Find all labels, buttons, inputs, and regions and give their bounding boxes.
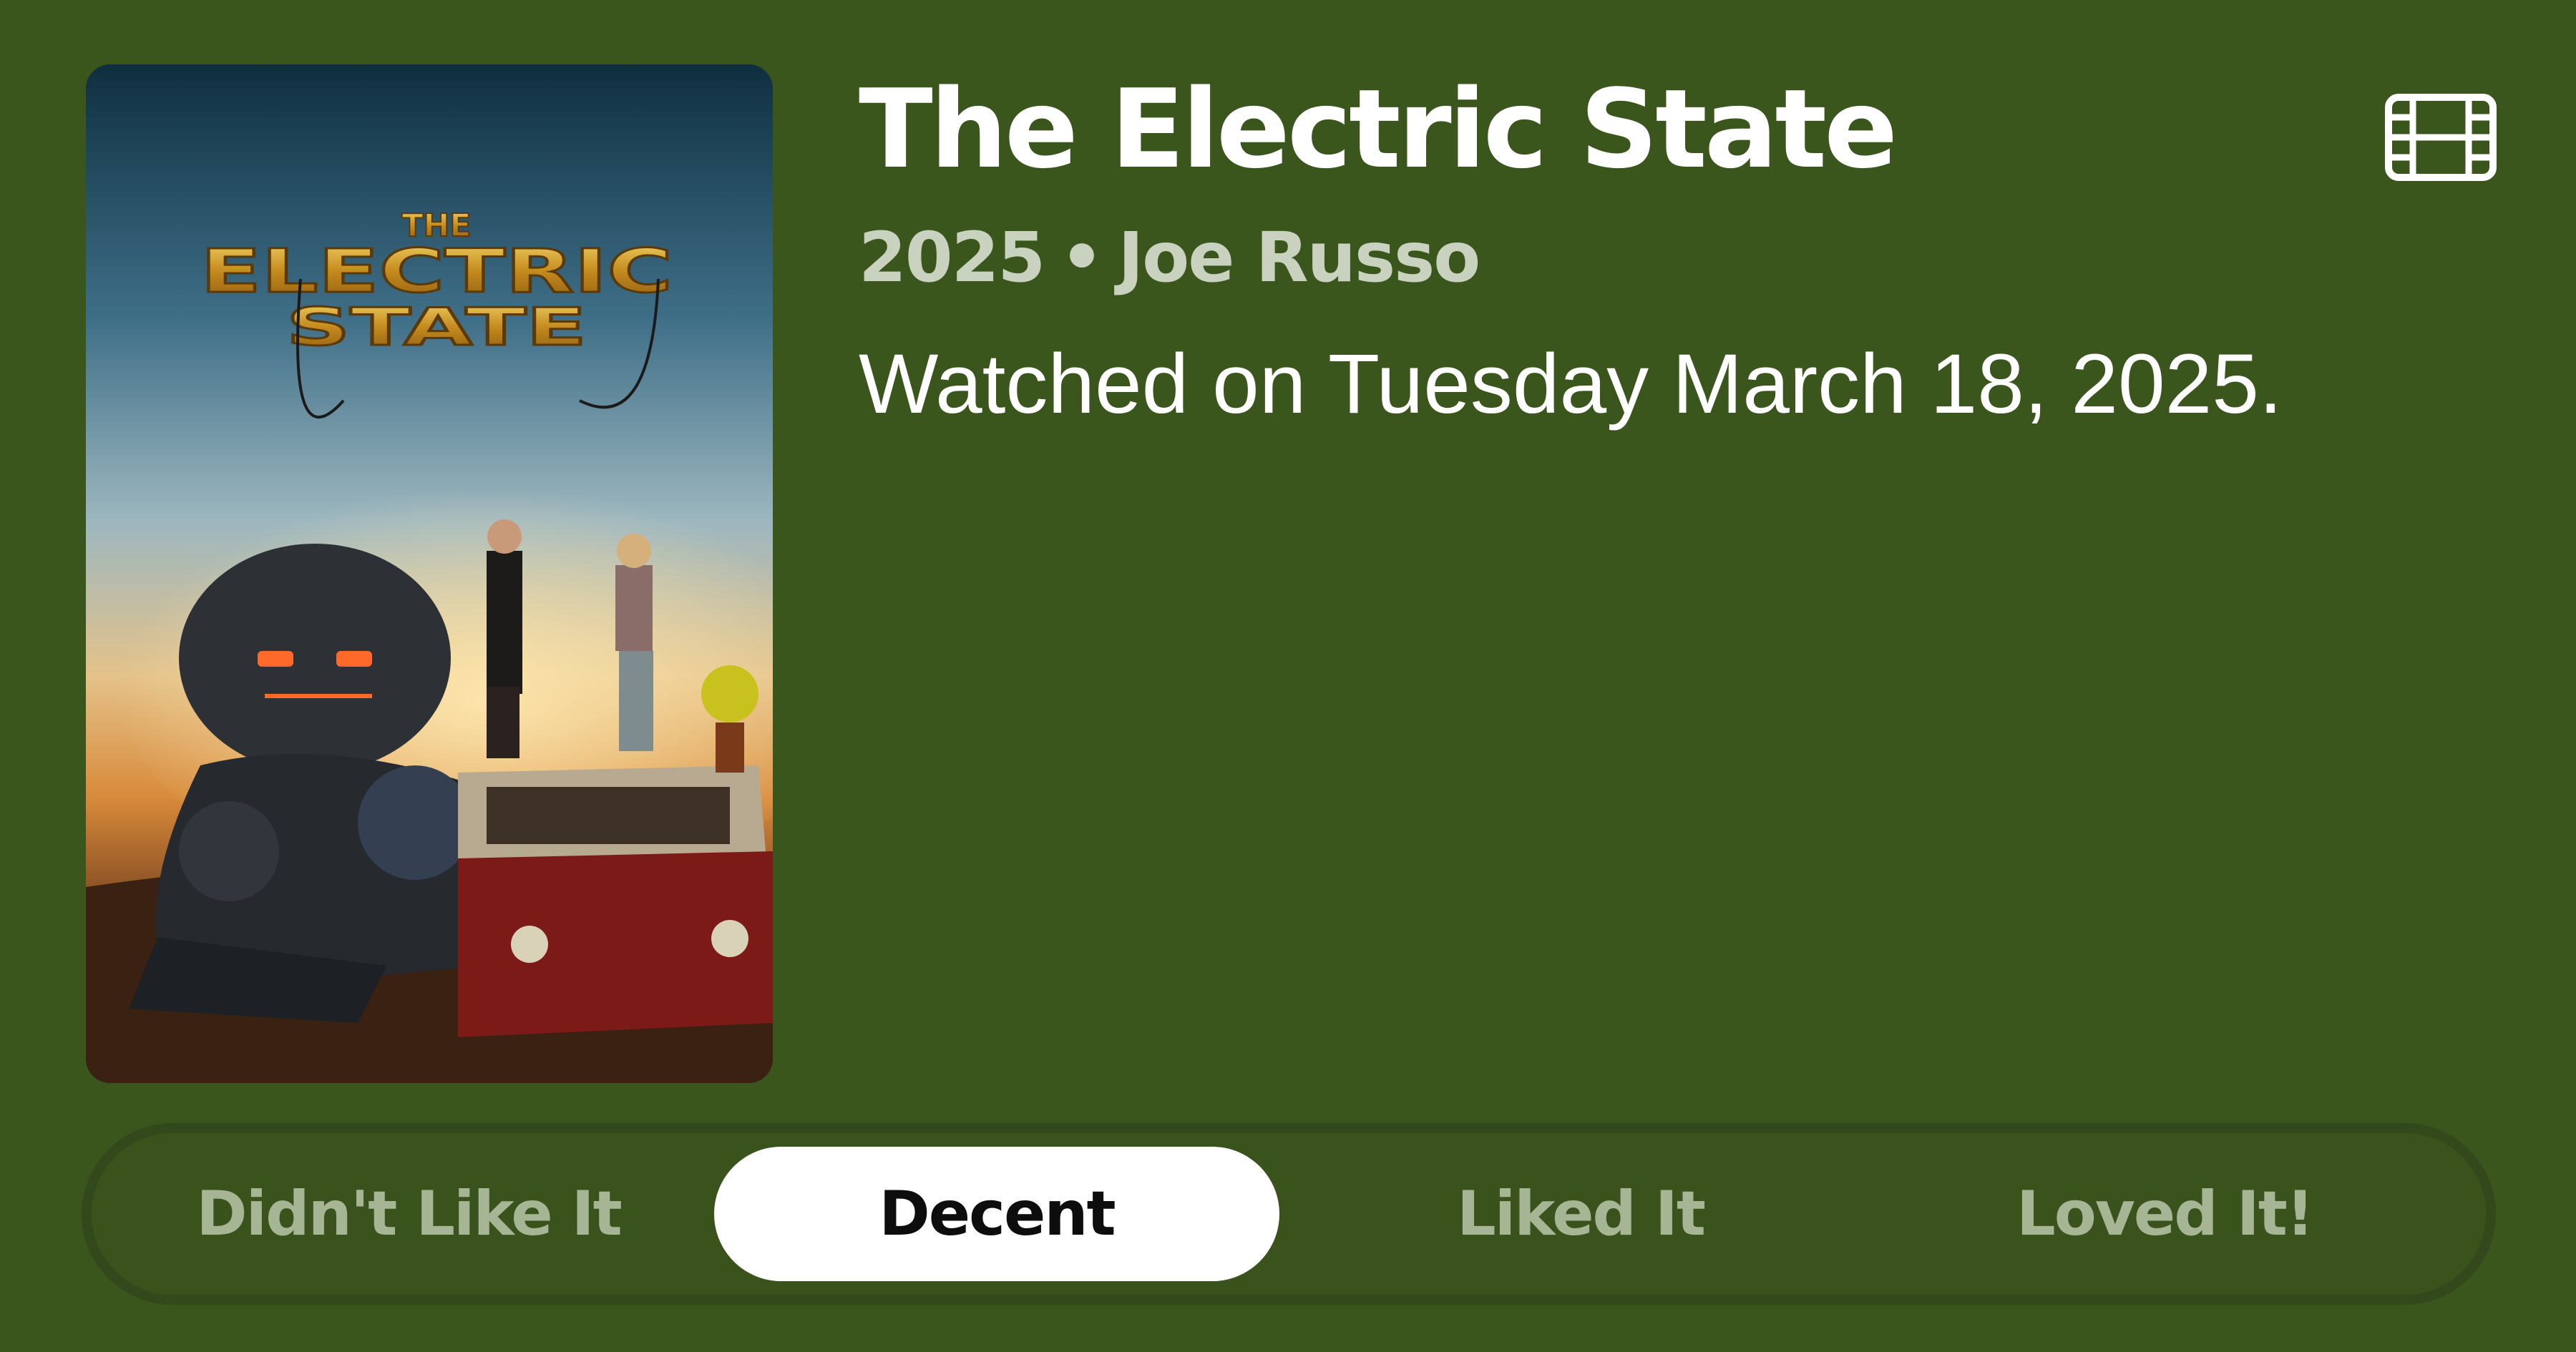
rating-segmented-control: Didn't Like It Decent Liked It Loved It! bbox=[82, 1123, 2496, 1305]
release-year: 2025 bbox=[859, 217, 1045, 298]
movie-card: THE ELECTRIC STATE The Electric State 20… bbox=[0, 0, 2576, 1352]
rating-option-decent[interactable]: Decent bbox=[714, 1147, 1279, 1281]
director-name: Joe Russo bbox=[1118, 217, 1481, 298]
rating-option-didnt-like-it[interactable]: Didn't Like It bbox=[126, 1147, 691, 1281]
rating-option-liked-it[interactable]: Liked It bbox=[1298, 1147, 1863, 1281]
rating-option-loved-it[interactable]: Loved It! bbox=[1882, 1147, 2447, 1281]
film-icon bbox=[2384, 93, 2497, 182]
poster-logo-line3: STATE bbox=[286, 297, 587, 357]
poster-image: THE ELECTRIC STATE bbox=[86, 64, 773, 1083]
poster-logo-line2: ELECTRIC bbox=[200, 236, 673, 306]
watched-date: Watched on Tuesday March 18, 2025. bbox=[859, 337, 2283, 431]
meta-separator: • bbox=[1060, 217, 1103, 298]
movie-meta: 2025 • Joe Russo bbox=[859, 223, 1480, 292]
movie-poster[interactable]: THE ELECTRIC STATE bbox=[86, 64, 773, 1083]
movie-title: The Electric State bbox=[859, 66, 1898, 192]
